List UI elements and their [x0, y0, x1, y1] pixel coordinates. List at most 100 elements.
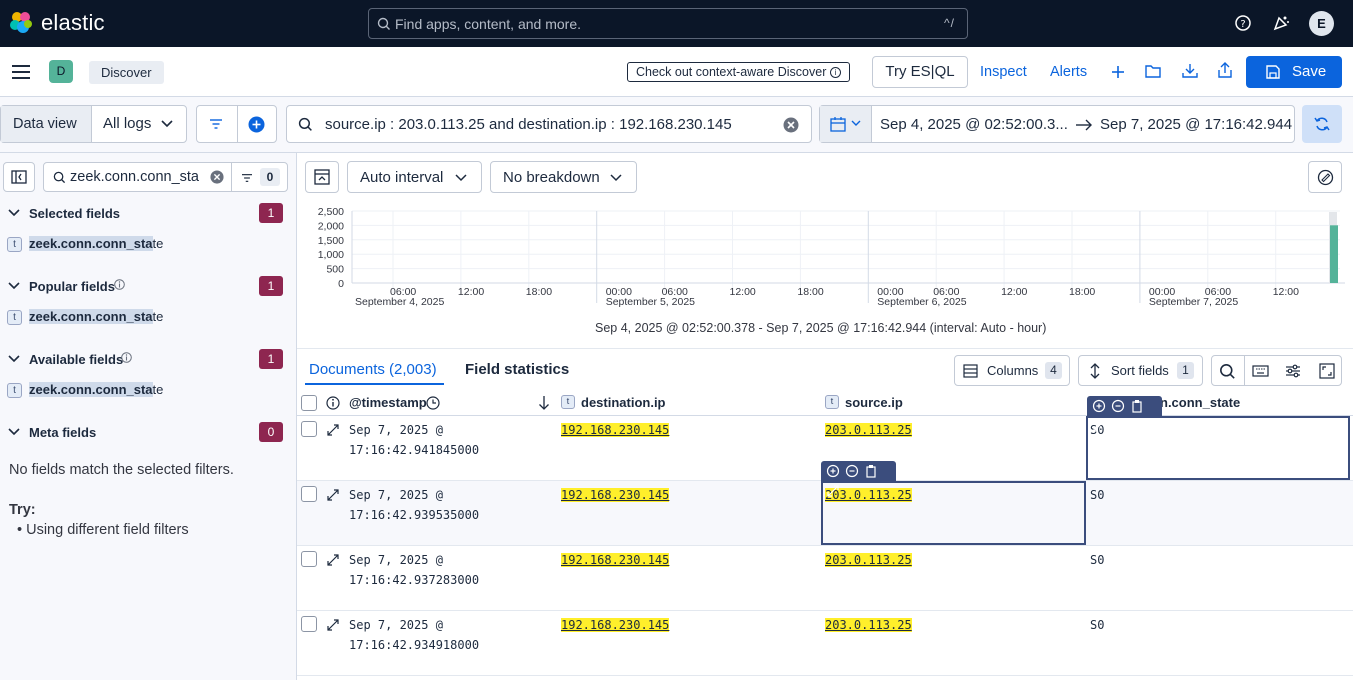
string-type-icon: t — [825, 395, 839, 409]
chevron-down-icon[interactable] — [8, 207, 20, 219]
source-ip-cell[interactable]: 203.0.113.25 — [825, 550, 912, 570]
row-checkbox[interactable] — [301, 421, 317, 437]
focused-cell-source-ip[interactable] — [821, 481, 1086, 545]
destination-ip-cell[interactable]: 192.168.230.145 — [561, 485, 670, 505]
timestamp-cell[interactable]: Sep 7, 2025 @ 17:16:42.937283000 — [349, 550, 479, 590]
conn-state-cell[interactable]: S0 — [1090, 485, 1104, 505]
row-checkbox[interactable] — [301, 486, 317, 502]
table-row[interactable]: Sep 7, 2025 @ 17:16:42.937283000 192.168.2… — [297, 546, 1353, 611]
breadcrumb-discover[interactable]: Discover — [89, 61, 164, 84]
section-available-fields[interactable]: Available fields — [29, 352, 123, 367]
tab-field-statistics[interactable]: Field statistics — [465, 361, 569, 378]
conn-state-cell[interactable]: S0 — [1090, 615, 1104, 635]
destination-ip-cell[interactable]: 192.168.230.145 — [561, 615, 670, 635]
space-avatar[interactable]: D — [49, 60, 73, 83]
expand-document-icon[interactable] — [327, 424, 339, 436]
quick-select-button[interactable] — [820, 106, 872, 142]
context-aware-discover-button[interactable]: Check out context-aware Discover i — [627, 62, 850, 82]
try-esql-button[interactable]: Try ES|QL — [872, 56, 968, 88]
clear-icon[interactable] — [783, 117, 799, 133]
timestamp-cell[interactable]: Sep 7, 2025 @ 17:16:42.941845000 — [349, 420, 479, 460]
column-header-source-ip[interactable]: source.ip — [845, 395, 903, 410]
download-icon[interactable] — [1182, 63, 1198, 79]
interval-select[interactable]: Auto interval — [347, 161, 482, 193]
column-header-conn-state[interactable]: n.conn_state — [1160, 395, 1240, 410]
copy-value-icon[interactable] — [1130, 399, 1144, 413]
query-input[interactable]: source.ip : 203.0.113.25 and destination… — [286, 105, 812, 143]
save-button[interactable]: Save — [1246, 56, 1342, 88]
focused-cell-conn-state[interactable] — [1086, 416, 1350, 480]
collapse-sidebar-button[interactable] — [3, 162, 35, 192]
destination-ip-cell[interactable]: 192.168.230.145 — [561, 420, 670, 440]
section-selected-fields[interactable]: Selected fields — [29, 206, 120, 221]
tab-documents[interactable]: Documents (2,003) — [309, 361, 437, 378]
section-meta-fields[interactable]: Meta fields — [29, 425, 96, 440]
count-badge: 1 — [259, 203, 283, 223]
timestamp-date: Sep 7, 2025 @ — [349, 618, 443, 632]
filter-icon[interactable] — [209, 118, 223, 130]
column-header-timestamp[interactable]: @timestamp — [349, 395, 427, 410]
share-icon[interactable] — [1217, 62, 1233, 79]
field-name-match: zeek.conn.conn_sta — [29, 309, 153, 324]
source-ip-cell[interactable]: 203.0.113.25 — [825, 615, 912, 635]
column-header-destination-ip[interactable]: destination.ip — [581, 395, 666, 410]
help-icon[interactable]: ? — [1234, 14, 1252, 32]
histogram-bar — [1330, 225, 1338, 283]
chevron-down-icon[interactable] — [8, 280, 20, 292]
keyboard-icon[interactable] — [1252, 365, 1269, 377]
date-start[interactable]: Sep 4, 2025 @ 02:52:00.3... — [880, 116, 1068, 133]
source-ip-cell[interactable]: 203.0.113.25 — [825, 420, 912, 440]
sort-descending-icon[interactable] — [538, 395, 550, 411]
fullscreen-icon[interactable] — [1319, 363, 1335, 379]
menu-icon[interactable] — [12, 65, 30, 79]
section-popular-fields[interactable]: Popular fields — [29, 279, 115, 294]
row-checkbox[interactable] — [301, 551, 317, 567]
alerts-link[interactable]: Alerts — [1050, 64, 1087, 80]
breakdown-select[interactable]: No breakdown — [490, 161, 637, 193]
info-icon[interactable] — [326, 396, 340, 410]
filter-icon[interactable] — [241, 173, 253, 183]
sort-fields-button[interactable]: Sort fields 1 — [1078, 355, 1203, 386]
add-filter-icon[interactable] — [248, 116, 265, 133]
user-avatar[interactable]: E — [1309, 11, 1334, 36]
new-icon[interactable] — [1111, 65, 1125, 79]
clear-icon[interactable] — [210, 170, 224, 184]
data-view-picker[interactable]: Data view All logs — [0, 105, 187, 143]
elastic-logo-icon[interactable] — [9, 11, 33, 35]
refresh-button[interactable] — [1302, 105, 1342, 143]
timestamp-cell[interactable]: Sep 7, 2025 @ 17:16:42.939535000 — [349, 485, 479, 525]
open-folder-icon[interactable] — [1145, 64, 1162, 79]
inspect-link[interactable]: Inspect — [980, 64, 1027, 80]
field-search-input[interactable]: zeek.conn.conn_sta 0 — [43, 162, 288, 192]
copy-value-icon[interactable] — [864, 464, 878, 478]
info-icon[interactable] — [121, 352, 132, 363]
columns-button[interactable]: Columns 4 — [954, 355, 1070, 386]
table-row[interactable]: Sep 7, 2025 @ 17:16:42.934918000 192.168.2… — [297, 611, 1353, 676]
date-end[interactable]: Sep 7, 2025 @ 17:16:42.944 — [1100, 116, 1292, 133]
info-icon[interactable] — [114, 279, 125, 290]
context-aware-label: Check out context-aware Discover — [636, 65, 827, 79]
global-search-input[interactable]: Find apps, content, and more. ^/ — [368, 8, 968, 39]
sort-count-badge: 1 — [1177, 362, 1194, 379]
display-settings-icon[interactable] — [1285, 364, 1301, 378]
filter-out-value-icon[interactable] — [845, 464, 859, 478]
filter-out-value-icon[interactable] — [1111, 399, 1125, 413]
destination-ip-cell[interactable]: 192.168.230.145 — [561, 550, 670, 570]
filter-for-value-icon[interactable] — [826, 464, 840, 478]
select-all-checkbox[interactable] — [301, 395, 317, 411]
expand-document-icon[interactable] — [327, 489, 339, 501]
chevron-down-icon[interactable] — [8, 426, 20, 438]
expand-document-icon[interactable] — [327, 619, 339, 631]
conn-state-cell[interactable]: S0 — [1090, 550, 1104, 570]
search-icon[interactable] — [1219, 363, 1236, 380]
row-checkbox[interactable] — [301, 616, 317, 632]
expand-document-icon[interactable] — [327, 554, 339, 566]
filter-for-value-icon[interactable] — [1092, 399, 1106, 413]
hide-chart-button[interactable] — [305, 161, 339, 193]
chevron-down-icon[interactable] — [8, 353, 20, 365]
date-picker[interactable]: Sep 4, 2025 @ 02:52:00.3... Sep 7, 2025 … — [819, 105, 1295, 143]
chart-options-button[interactable] — [1308, 161, 1342, 193]
timestamp-cell[interactable]: Sep 7, 2025 @ 17:16:42.934918000 — [349, 615, 479, 655]
news-feed-icon[interactable] — [1272, 14, 1290, 32]
brand-name: elastic — [41, 10, 105, 35]
